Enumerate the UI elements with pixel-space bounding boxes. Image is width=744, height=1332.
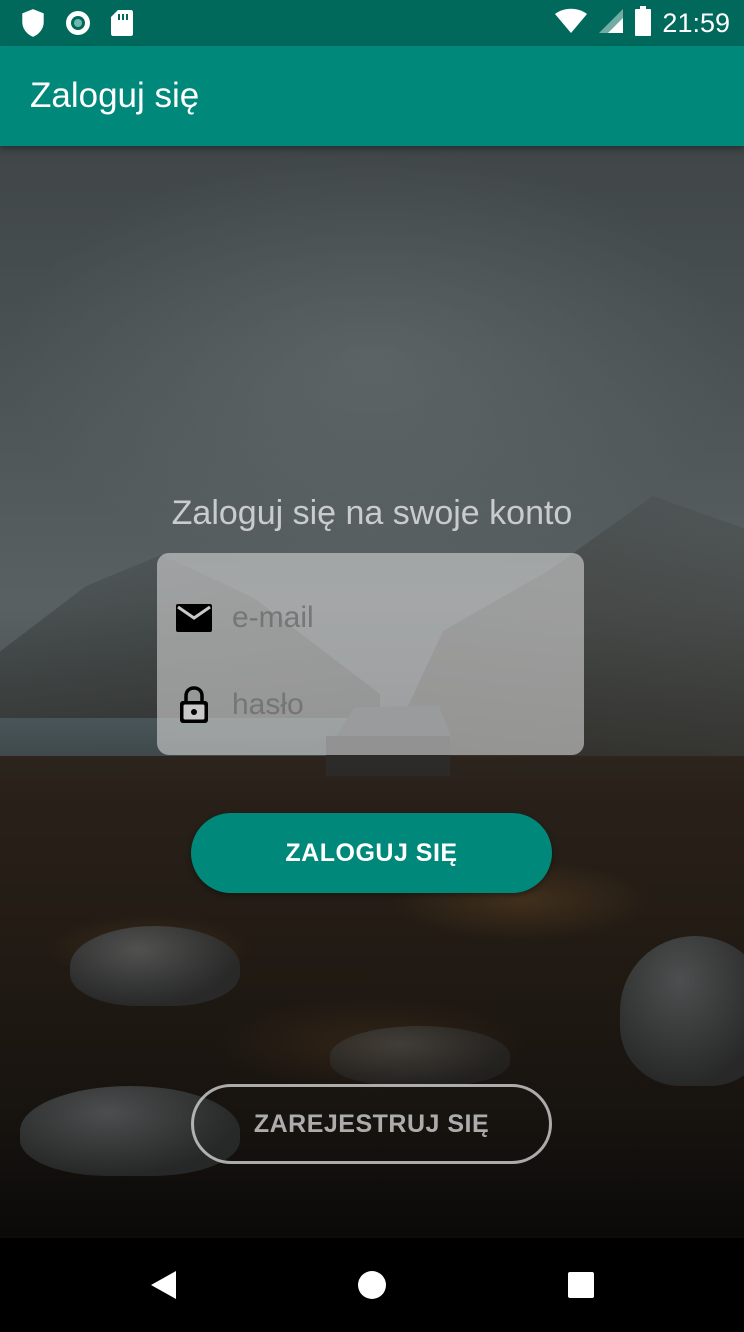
password-input[interactable] — [232, 680, 552, 730]
navigation-bar — [0, 1238, 744, 1332]
login-screen: Zaloguj się na swoje konto ZALOGUJ SIĘ Z… — [0, 146, 744, 1238]
password-field-row — [157, 665, 584, 745]
envelope-icon — [174, 598, 214, 638]
wifi-icon — [554, 8, 588, 39]
signal-icon — [598, 8, 624, 39]
login-heading: Zaloguj się na swoje konto — [171, 494, 573, 532]
login-button[interactable]: ZALOGUJ SIĘ — [191, 813, 552, 893]
notification-icons — [20, 8, 134, 43]
recents-icon[interactable] — [558, 1262, 604, 1308]
login-form-card — [157, 553, 584, 755]
lock-icon — [174, 685, 214, 725]
email-input[interactable] — [232, 593, 552, 643]
home-icon[interactable] — [349, 1262, 395, 1308]
page-title: Zaloguj się — [30, 76, 200, 115]
status-time: 21:59 — [662, 8, 730, 38]
back-icon[interactable] — [140, 1262, 186, 1308]
email-field-row — [157, 578, 584, 658]
app-bar: Zaloguj się — [0, 46, 744, 146]
shield-icon — [20, 8, 46, 43]
sd-card-icon — [110, 9, 134, 42]
register-button[interactable]: ZAREJESTRUJ SIĘ — [191, 1084, 552, 1164]
sync-circle-icon — [64, 9, 92, 42]
battery-icon — [634, 6, 652, 41]
status-bar: 21:59 — [0, 0, 744, 46]
